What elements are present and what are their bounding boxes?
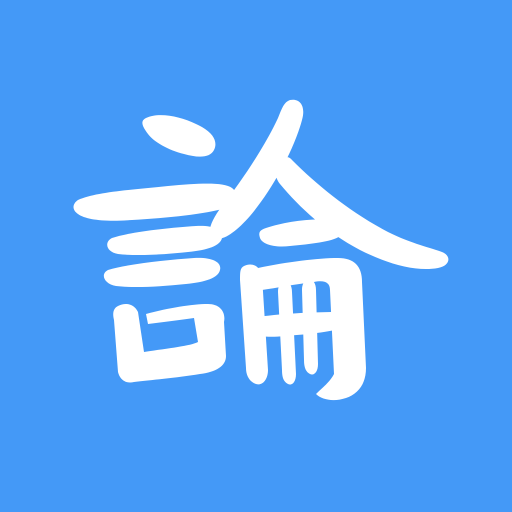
calligraphy-character-icon: [73, 99, 449, 401]
app-icon[interactable]: 論: [0, 0, 512, 512]
glyph-strokes: [73, 99, 449, 401]
